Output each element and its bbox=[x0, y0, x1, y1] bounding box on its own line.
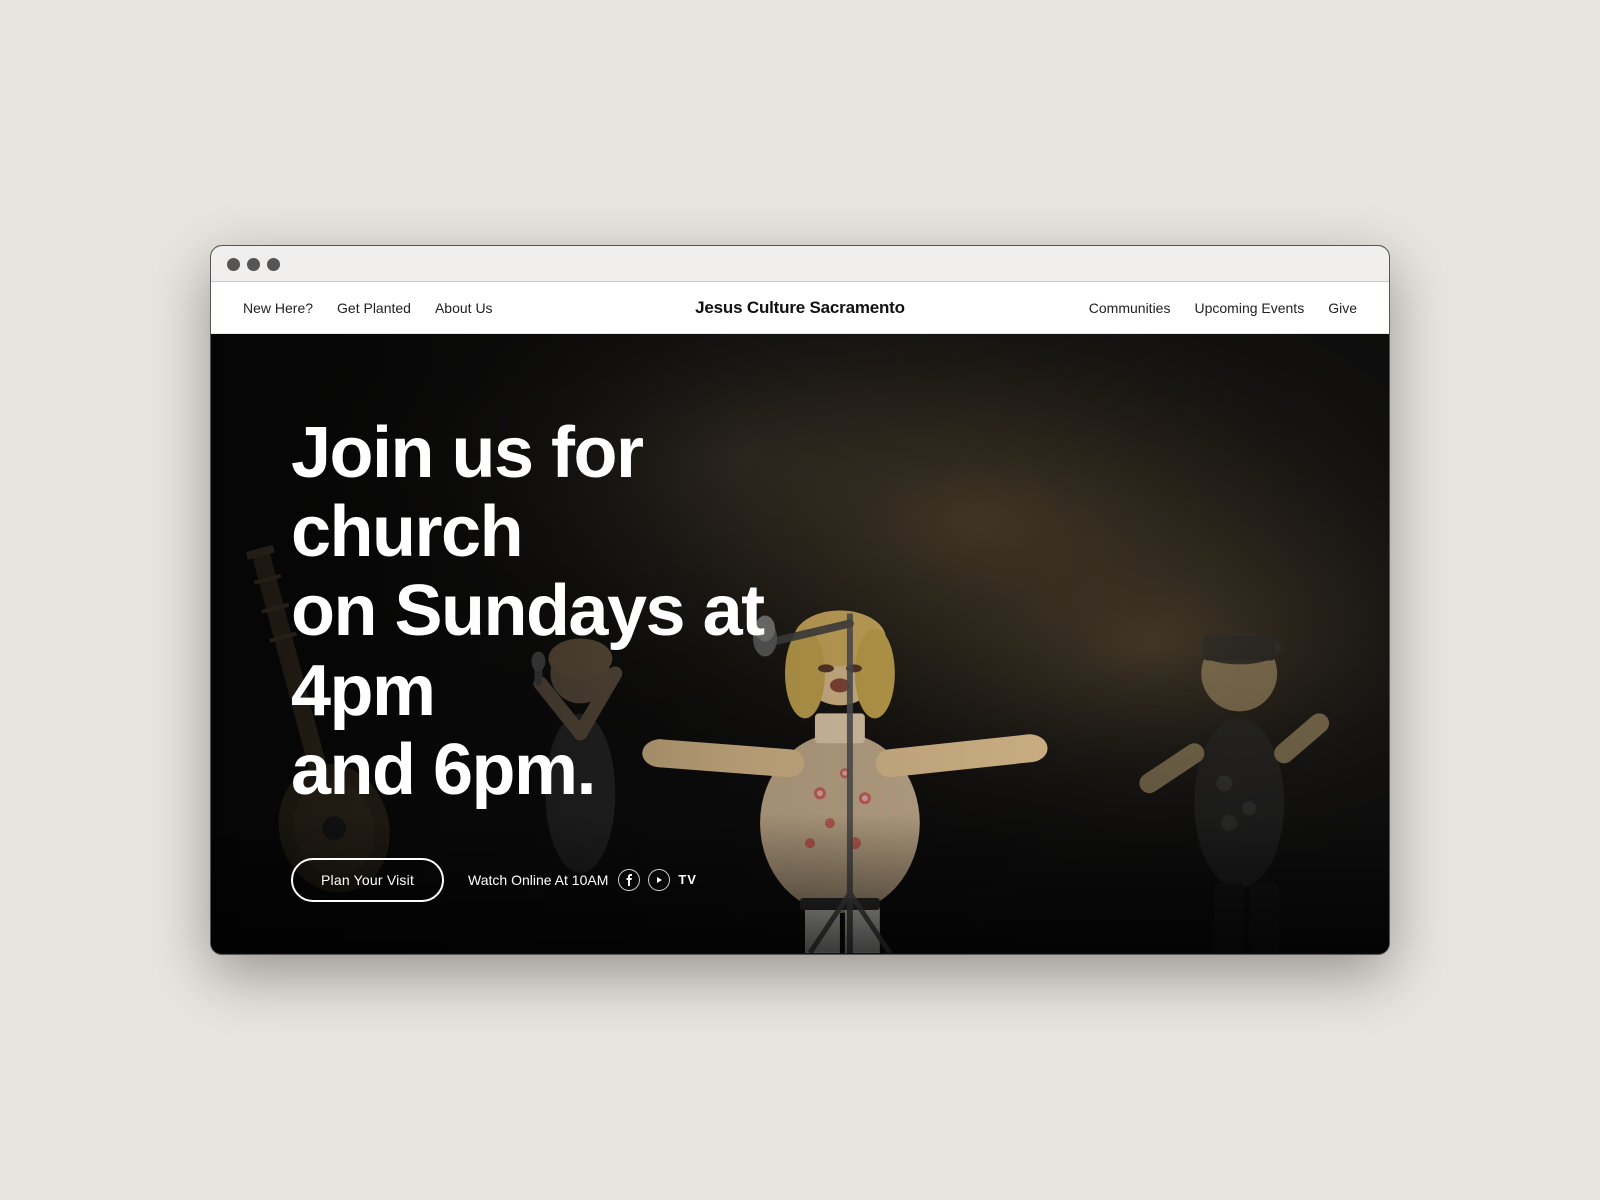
watch-icons-group: TV bbox=[618, 869, 697, 891]
hero-heading: Join us for church on Sundays at 4pm and… bbox=[291, 414, 891, 810]
hero-heading-line3: and 6pm. bbox=[291, 730, 595, 810]
dot-red bbox=[227, 258, 240, 271]
watch-online-group: Watch Online At 10AM bbox=[468, 869, 697, 891]
brand-name: Jesus Culture Sacramento bbox=[695, 298, 905, 318]
hero-content: Join us for church on Sundays at 4pm and… bbox=[211, 334, 1389, 902]
navbar: New Here? Get Planted About Us Jesus Cul… bbox=[211, 282, 1389, 334]
nav-left: New Here? Get Planted About Us bbox=[243, 300, 493, 316]
hero-heading-line2: on Sundays at 4pm bbox=[291, 571, 764, 730]
dot-yellow bbox=[247, 258, 260, 271]
tv-label: TV bbox=[678, 872, 697, 887]
facebook-icon[interactable] bbox=[618, 869, 640, 891]
hero-section: Join us for church on Sundays at 4pm and… bbox=[211, 334, 1389, 954]
nav-right: Communities Upcoming Events Give bbox=[1089, 300, 1357, 316]
plan-visit-button[interactable]: Plan Your Visit bbox=[291, 858, 444, 902]
browser-chrome bbox=[211, 246, 1389, 282]
navbar-wrapper: New Here? Get Planted About Us Jesus Cul… bbox=[211, 282, 1389, 334]
nav-link-get-planted[interactable]: Get Planted bbox=[337, 300, 411, 316]
nav-link-upcoming-events[interactable]: Upcoming Events bbox=[1194, 300, 1304, 316]
nav-link-about-us[interactable]: About Us bbox=[435, 300, 493, 316]
youtube-icon[interactable] bbox=[648, 869, 670, 891]
browser-window: New Here? Get Planted About Us Jesus Cul… bbox=[210, 245, 1390, 955]
nav-link-new-here[interactable]: New Here? bbox=[243, 300, 313, 316]
hero-actions: Plan Your Visit Watch Online At 10AM bbox=[291, 858, 1329, 902]
browser-dots bbox=[227, 258, 1373, 281]
nav-link-give[interactable]: Give bbox=[1328, 300, 1357, 316]
nav-link-communities[interactable]: Communities bbox=[1089, 300, 1171, 316]
dot-green bbox=[267, 258, 280, 271]
hero-heading-line1: Join us for church bbox=[291, 413, 643, 572]
watch-online-label: Watch Online At 10AM bbox=[468, 872, 608, 888]
